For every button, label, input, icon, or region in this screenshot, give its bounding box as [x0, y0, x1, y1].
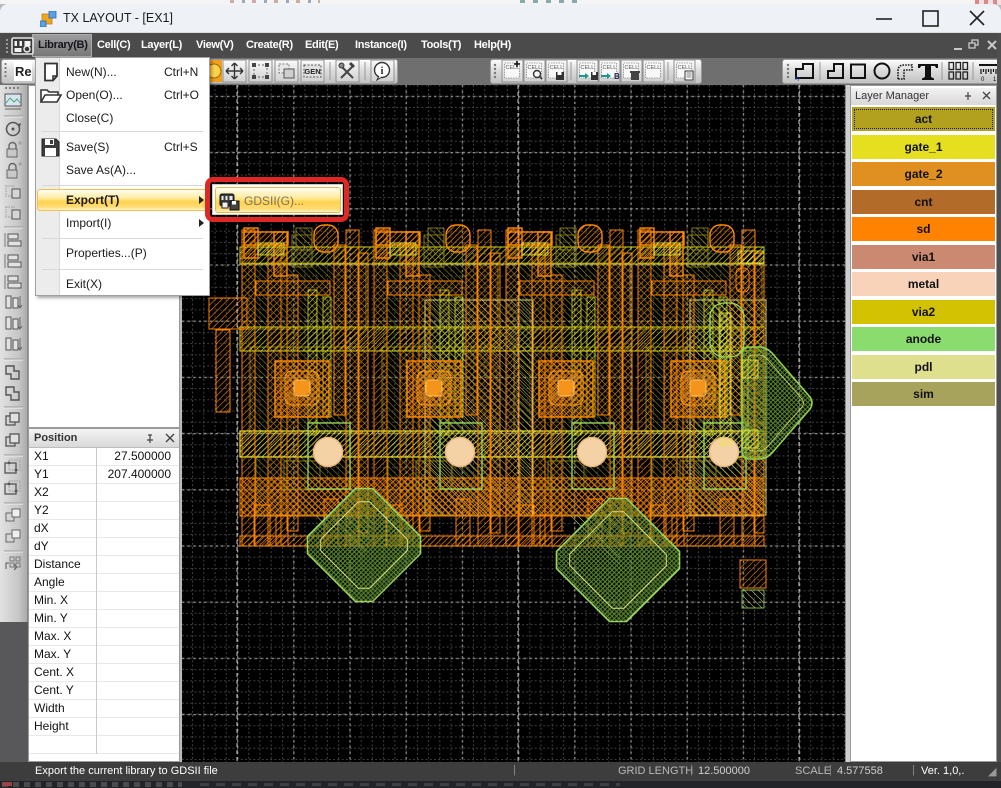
svg-text:B: B — [614, 72, 620, 81]
svg-text:CELL: CELL — [625, 65, 639, 71]
svg-text:CELL: CELL — [550, 65, 564, 71]
svg-text:GEN: GEN — [304, 67, 320, 76]
svg-text:CELL: CELL — [647, 65, 661, 71]
svg-text:CELL: CELL — [678, 65, 692, 71]
svg-text:xy: xy — [795, 76, 801, 82]
svg-text:CELL: CELL — [581, 65, 595, 71]
svg-text:0: 0 — [981, 77, 985, 83]
svg-text:CELL: CELL — [603, 65, 617, 71]
svg-text:CELL: CELL — [528, 65, 542, 71]
svg-text:i: i — [381, 66, 384, 77]
